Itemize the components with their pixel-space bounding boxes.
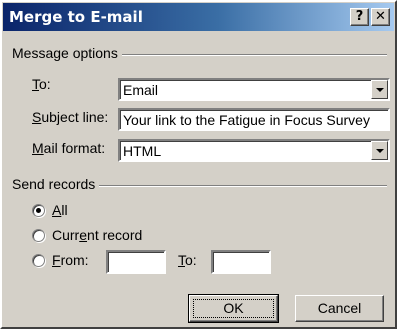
merge-to-email-dialog: Merge to E-mail ? ✕ Message options To: … [0,0,397,329]
cancel-button[interactable]: Cancel [295,295,384,322]
help-button[interactable]: ? [350,8,369,26]
subject-label-rest: ubject line: [41,109,109,125]
to-combo[interactable]: Email [118,78,390,101]
mail-format-label-rest: ail format: [43,140,106,156]
to-record-label: To: [178,252,197,268]
radio-all[interactable] [32,204,45,217]
close-button[interactable]: ✕ [371,8,390,26]
focus-rectangle [193,299,274,318]
subject-input-value: Your link to the Fatigue in Focus Survey [123,112,370,128]
message-options-legend: Message options [12,45,122,61]
radio-selected-dot [36,208,41,213]
to-label: To: [32,76,51,92]
from-record-input[interactable] [106,250,166,274]
dialog-title: Merge to E-mail [9,8,143,26]
to-combo-value: Email [123,82,159,98]
to-record-input[interactable] [211,250,271,274]
radio-all-label-rest: ll [61,202,68,218]
radio-from-label-accel: F [52,252,61,268]
radio-current-label-pre: Curr [52,227,80,243]
radio-current-record-label[interactable]: Current record [52,227,142,243]
radio-all-label-accel: A [52,202,62,218]
send-records-legend: Send records [12,176,100,192]
to-label-accel: T [32,76,39,92]
to-label-rest: o: [39,76,51,92]
radio-current-label-accel: e [79,227,88,243]
radio-all-label[interactable]: All [52,202,68,218]
chevron-down-icon [376,88,384,92]
radio-from[interactable] [32,254,45,267]
ok-button[interactable]: OK [188,294,279,323]
to-dropdown-button[interactable] [371,80,388,99]
mail-format-label: Mail format: [32,140,105,156]
radio-from-label-rest: rom: [60,252,89,268]
subject-label: Subject line: [32,109,108,125]
subject-input[interactable]: Your link to the Fatigue in Focus Survey [118,108,390,131]
mail-format-combo[interactable]: HTML [118,139,390,162]
chevron-down-icon [376,149,384,153]
subject-label-accel: S [32,109,42,125]
radio-from-label[interactable]: From: [52,252,89,268]
to-record-label-rest: o: [185,252,197,268]
radio-current-record[interactable] [32,229,45,242]
mail-format-label-accel: M [32,140,44,156]
to-record-label-accel: T [178,252,185,268]
mail-format-value: HTML [123,143,162,159]
title-bar[interactable]: Merge to E-mail ? ✕ [3,3,394,31]
cancel-button-label: Cancel [317,300,362,316]
radio-current-label-rest: nt record [87,227,143,243]
mail-format-dropdown-button[interactable] [371,141,388,160]
